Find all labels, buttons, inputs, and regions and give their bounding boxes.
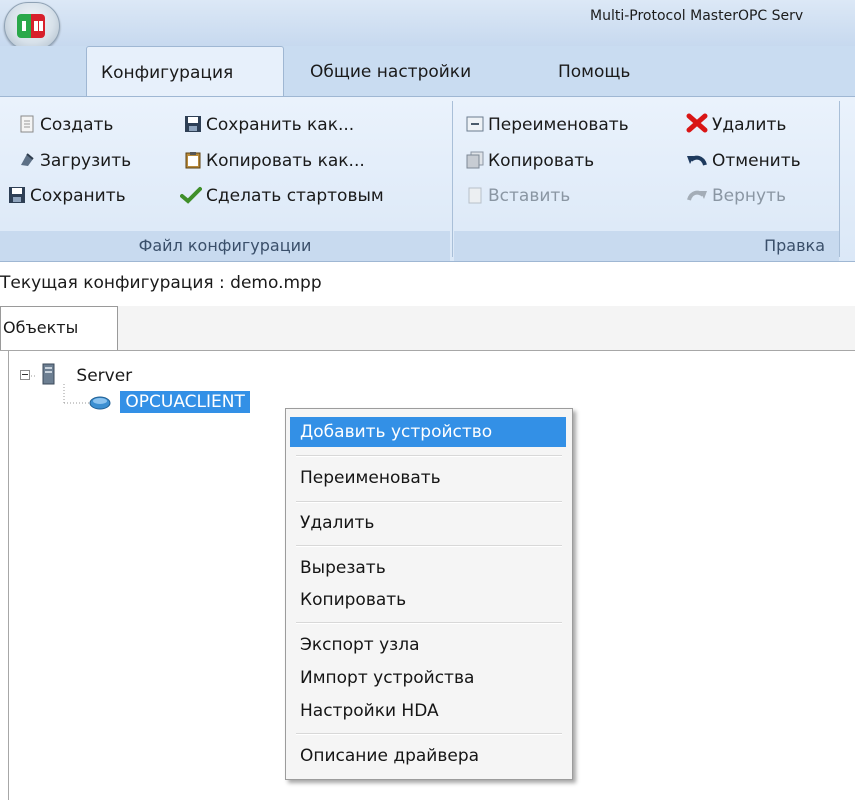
menu-item-copy[interactable]: Копировать	[290, 585, 566, 615]
rename-label: Переименовать	[488, 115, 629, 135]
delete-button[interactable]: Удалить	[686, 109, 786, 141]
load-label: Загрузить	[40, 151, 132, 171]
tree-expander-toggle[interactable]	[20, 370, 30, 380]
menu-separator	[296, 733, 562, 735]
server-icon	[39, 363, 59, 385]
save-button[interactable]: Сохранить	[8, 180, 126, 212]
copy-label: Копировать	[488, 151, 595, 171]
redo-button[interactable]: Вернуть	[686, 180, 786, 212]
menu-separator	[296, 501, 562, 503]
group-divider-right	[839, 101, 840, 257]
new-document-icon	[18, 112, 36, 133]
objects-tab-strip: Объекты	[0, 306, 855, 351]
paste-label: Вставить	[488, 186, 571, 206]
group-divider	[452, 101, 453, 257]
undo-button[interactable]: Отменить	[686, 145, 801, 177]
menu-item-driver-description[interactable]: Описание драйвера	[290, 741, 566, 771]
app-logo-icon	[17, 14, 45, 38]
save-as-icon	[184, 112, 202, 132]
save-as-label: Сохранить как...	[206, 115, 355, 135]
delete-x-icon	[686, 112, 708, 133]
edit-group-caption: Правка	[454, 231, 839, 261]
redo-label: Вернуть	[712, 186, 787, 206]
current-configuration-label: Текущая конфигурация : demo.mpp	[0, 273, 322, 293]
menu-separator	[296, 455, 562, 457]
menu-item-cut[interactable]: Вырезать	[290, 553, 566, 583]
ribbon-panel: Создать Загрузить Сохранить Сохранить ка…	[0, 96, 855, 262]
edit-group: Переименовать Копировать Вставить Удалит…	[454, 97, 839, 261]
menu-item-rename[interactable]: Переименовать	[290, 463, 566, 493]
save-as-button[interactable]: Сохранить как...	[184, 109, 354, 141]
load-icon	[18, 148, 36, 166]
create-button[interactable]: Создать	[18, 109, 113, 141]
copy-as-button[interactable]: Копировать как...	[184, 145, 365, 177]
save-icon	[8, 183, 26, 203]
tab-objects[interactable]: Объекты	[0, 306, 118, 350]
tree-node-opcuaclient[interactable]: OPCUACLIENT	[89, 391, 250, 413]
paste-button[interactable]: Вставить	[466, 180, 570, 212]
window-title: Multi-Protocol MasterOPC Serv	[590, 8, 804, 24]
load-button[interactable]: Загрузить	[18, 145, 131, 177]
checkmark-icon	[180, 183, 202, 204]
copy-as-label: Копировать как...	[206, 151, 365, 171]
make-startup-button[interactable]: Сделать стартовым	[180, 180, 384, 212]
opcuaclient-label: OPCUACLIENT	[120, 391, 250, 413]
clipboard-icon	[184, 148, 202, 169]
undo-label: Отменить	[712, 151, 801, 171]
paste-icon	[466, 183, 484, 204]
application-menu-button[interactable]	[4, 2, 60, 50]
tab-configuration[interactable]: Конфигурация	[86, 46, 284, 96]
context-menu: Добавить устройство Переименовать Удалит…	[285, 408, 573, 780]
menu-item-hda-settings[interactable]: Настройки HDA	[290, 696, 566, 726]
rename-icon	[466, 112, 484, 132]
copy-button[interactable]: Копировать	[466, 145, 594, 177]
server-label: Server	[76, 366, 133, 386]
menu-separator	[296, 545, 562, 547]
file-config-group: Создать Загрузить Сохранить Сохранить ка…	[0, 97, 450, 261]
copy-icon	[466, 148, 484, 169]
create-label: Создать	[40, 115, 114, 135]
file-group-caption: Файл конфигурации	[0, 231, 450, 261]
menu-item-delete[interactable]: Удалить	[290, 508, 566, 538]
menu-separator	[296, 622, 562, 624]
menu-item-add-device[interactable]: Добавить устройство	[290, 417, 566, 447]
tab-general-settings[interactable]: Общие настройки	[296, 46, 485, 96]
delete-label: Удалить	[712, 115, 787, 135]
redo-icon	[686, 183, 708, 201]
tab-help[interactable]: Помощь	[544, 46, 644, 96]
undo-icon	[686, 148, 708, 166]
menu-item-export-node[interactable]: Экспорт узла	[290, 630, 566, 660]
rename-button[interactable]: Переименовать	[466, 109, 629, 141]
menu-item-import-device[interactable]: Импорт устройства	[290, 663, 566, 693]
opc-client-icon	[89, 393, 111, 411]
tree-node-server[interactable]: Server	[39, 363, 132, 386]
save-label: Сохранить	[30, 186, 126, 206]
title-bar: Multi-Protocol MasterOPC Serv	[0, 0, 855, 50]
make-startup-label: Сделать стартовым	[206, 186, 384, 206]
ribbon-tab-bar: Конфигурация Общие настройки Помощь	[0, 46, 855, 96]
